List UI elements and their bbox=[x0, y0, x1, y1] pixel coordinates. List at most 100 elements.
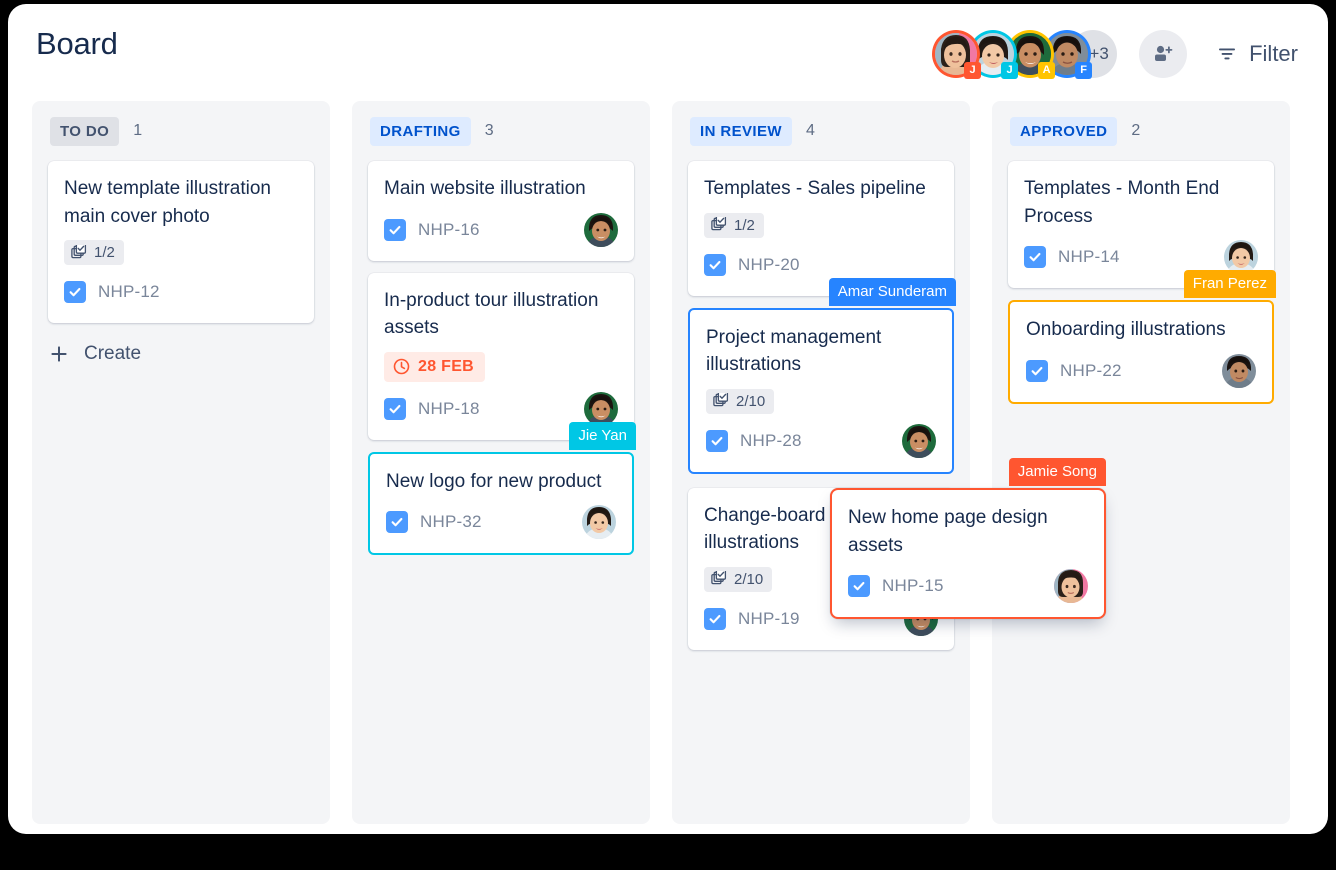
add-person-button[interactable] bbox=[1139, 30, 1188, 78]
card-footer: NHP-20 bbox=[704, 248, 938, 282]
issue-key[interactable]: NHP-32 bbox=[420, 512, 482, 532]
subtask-icon bbox=[711, 217, 727, 231]
task-type-icon bbox=[64, 281, 86, 304]
column-header-in-review: IN REVIEW 4 bbox=[690, 115, 954, 147]
issue-key[interactable]: NHP-12 bbox=[98, 282, 160, 302]
column-title-in-review: IN REVIEW bbox=[690, 116, 792, 146]
subtask-icon bbox=[713, 393, 729, 407]
plus-icon bbox=[51, 346, 67, 362]
issue-key[interactable]: NHP-28 bbox=[740, 431, 802, 451]
subtask-count: 1/2 bbox=[94, 244, 115, 262]
issue-key[interactable]: NHP-20 bbox=[738, 255, 800, 275]
card-nhp-20[interactable]: Templates - Sales pipeline 1/2 NHP-20 bbox=[688, 161, 954, 296]
card-assignee-avatar[interactable] bbox=[902, 423, 936, 458]
column-title-approved: APPROVED bbox=[1010, 116, 1118, 146]
avatar-face-amar bbox=[584, 212, 618, 247]
card-nhp-28[interactable]: Project management illustrations 2/10 NH… bbox=[688, 307, 954, 474]
board-header: Board J J A F +3 Filter bbox=[8, 4, 1328, 104]
card-meta: 28 FEB bbox=[384, 351, 618, 382]
header-actions: J J A F +3 Filter bbox=[932, 30, 1298, 79]
assignee-flag-amar-sunderam: Amar Sunderam bbox=[828, 277, 956, 306]
card-title: Project management illustrations bbox=[706, 326, 882, 376]
card-title: Main website illustration bbox=[384, 178, 586, 199]
assignee-flag-jie-yan: Jie Yan bbox=[569, 421, 636, 450]
card-title: New logo for new product bbox=[386, 470, 602, 492]
card-footer: NHP-12 bbox=[64, 275, 298, 309]
clock-icon bbox=[393, 358, 410, 375]
subtask-badge[interactable]: 1/2 bbox=[704, 212, 764, 238]
subtask-badge[interactable]: 1/2 bbox=[64, 240, 124, 266]
avatar-face-jie bbox=[1224, 240, 1258, 275]
subtask-badge[interactable]: 2/10 bbox=[706, 388, 775, 414]
due-date-text: 28 FEB bbox=[418, 357, 475, 375]
avatar-stack[interactable]: J J A F +3 bbox=[932, 30, 1118, 79]
filter-label: Filter bbox=[1249, 41, 1298, 66]
card-nhp-32[interactable]: New logo for new product NHP-32 bbox=[368, 451, 634, 556]
column-count-todo: 1 bbox=[133, 122, 143, 139]
subtask-count: 2/10 bbox=[736, 392, 766, 410]
card-nhp-12[interactable]: New template illustration main cover pho… bbox=[48, 161, 314, 324]
dragging-card-nhp-15[interactable]: Jamie Song New home page design assets N… bbox=[830, 458, 1106, 620]
column-todo: TO DO 1 New template illustration main c… bbox=[32, 101, 330, 824]
card-assignee-avatar[interactable] bbox=[1222, 353, 1256, 388]
card-nhp-14[interactable]: Templates - Month End Process NHP-14 bbox=[1008, 161, 1274, 289]
task-type-icon bbox=[386, 511, 408, 534]
card-title: Onboarding illustrations bbox=[1026, 319, 1226, 341]
card-footer: NHP-18 bbox=[384, 391, 618, 426]
card-title: New home page design assets bbox=[848, 507, 1048, 556]
card-footer: NHP-15 bbox=[848, 569, 1088, 604]
column-count-in-review: 4 bbox=[805, 122, 815, 139]
column-count-drafting: 3 bbox=[484, 122, 494, 139]
task-type-icon bbox=[706, 429, 728, 452]
assignee-flag-jamie-song: Jamie Song bbox=[1008, 458, 1106, 487]
task-type-icon bbox=[384, 218, 406, 241]
column-header-approved: APPROVED 2 bbox=[1010, 115, 1274, 147]
subtask-count: 2/10 bbox=[734, 570, 764, 588]
avatar-face-fran bbox=[1222, 353, 1256, 388]
issue-key[interactable]: NHP-19 bbox=[738, 609, 800, 629]
card-nhp-18[interactable]: In-product tour illustration assets 28 F… bbox=[368, 272, 634, 440]
card-title: Templates - Sales pipeline bbox=[704, 178, 926, 199]
due-date-badge[interactable]: 28 FEB bbox=[384, 351, 486, 382]
card-assignee-avatar[interactable] bbox=[584, 391, 618, 426]
task-type-icon bbox=[704, 607, 726, 630]
subtask-icon bbox=[71, 244, 87, 258]
avatar-face-amar bbox=[902, 423, 936, 458]
card-assignee-avatar[interactable] bbox=[582, 505, 616, 540]
issue-key[interactable]: NHP-15 bbox=[882, 576, 944, 596]
avatar-badge-1: J bbox=[964, 62, 982, 79]
card-title: Templates - Month End Process bbox=[1024, 178, 1220, 227]
column-title-todo: TO DO bbox=[50, 116, 120, 146]
create-button[interactable]: Create bbox=[48, 335, 143, 373]
create-label: Create bbox=[84, 343, 142, 365]
issue-key[interactable]: NHP-16 bbox=[418, 220, 480, 240]
assignee-flag-fran-perez: Fran Perez bbox=[1183, 270, 1276, 299]
filter-icon bbox=[1219, 48, 1236, 60]
card-title: New template illustration main cover pho… bbox=[64, 178, 271, 227]
card-nhp-22[interactable]: Onboarding illustrations NHP-22 bbox=[1008, 300, 1274, 404]
issue-key[interactable]: NHP-18 bbox=[418, 399, 480, 419]
card-footer: NHP-14 bbox=[1024, 240, 1258, 275]
avatar-face-jamie bbox=[1054, 569, 1088, 604]
card-footer: NHP-28 bbox=[706, 423, 936, 458]
board-window: Board J J A F +3 Filter TO DO 1 New temp… bbox=[8, 4, 1328, 834]
avatar-face-jie bbox=[582, 505, 616, 540]
task-type-icon bbox=[384, 397, 406, 420]
column-in-review: IN REVIEW 4 Templates - Sales pipeline 1… bbox=[672, 101, 970, 824]
task-type-icon bbox=[704, 253, 726, 276]
filter-button[interactable]: Filter bbox=[1217, 41, 1298, 67]
card-footer: NHP-22 bbox=[1026, 353, 1256, 388]
card-assignee-avatar[interactable] bbox=[1054, 569, 1088, 604]
card-footer: NHP-32 bbox=[386, 505, 616, 540]
column-drafting: DRAFTING 3 Main website illustration NHP… bbox=[352, 101, 650, 824]
card-nhp-16[interactable]: Main website illustration NHP-16 bbox=[368, 161, 634, 261]
card-assignee-avatar[interactable] bbox=[584, 212, 618, 247]
issue-key[interactable]: NHP-14 bbox=[1058, 247, 1120, 267]
avatar-face-amar bbox=[584, 391, 618, 426]
card-title: In-product tour illustration assets bbox=[384, 289, 599, 339]
task-type-icon bbox=[1024, 246, 1046, 269]
avatar-1[interactable]: J bbox=[932, 30, 982, 79]
card-assignee-avatar[interactable] bbox=[1224, 240, 1258, 275]
issue-key[interactable]: NHP-22 bbox=[1060, 361, 1122, 381]
subtask-badge[interactable]: 2/10 bbox=[704, 566, 773, 592]
